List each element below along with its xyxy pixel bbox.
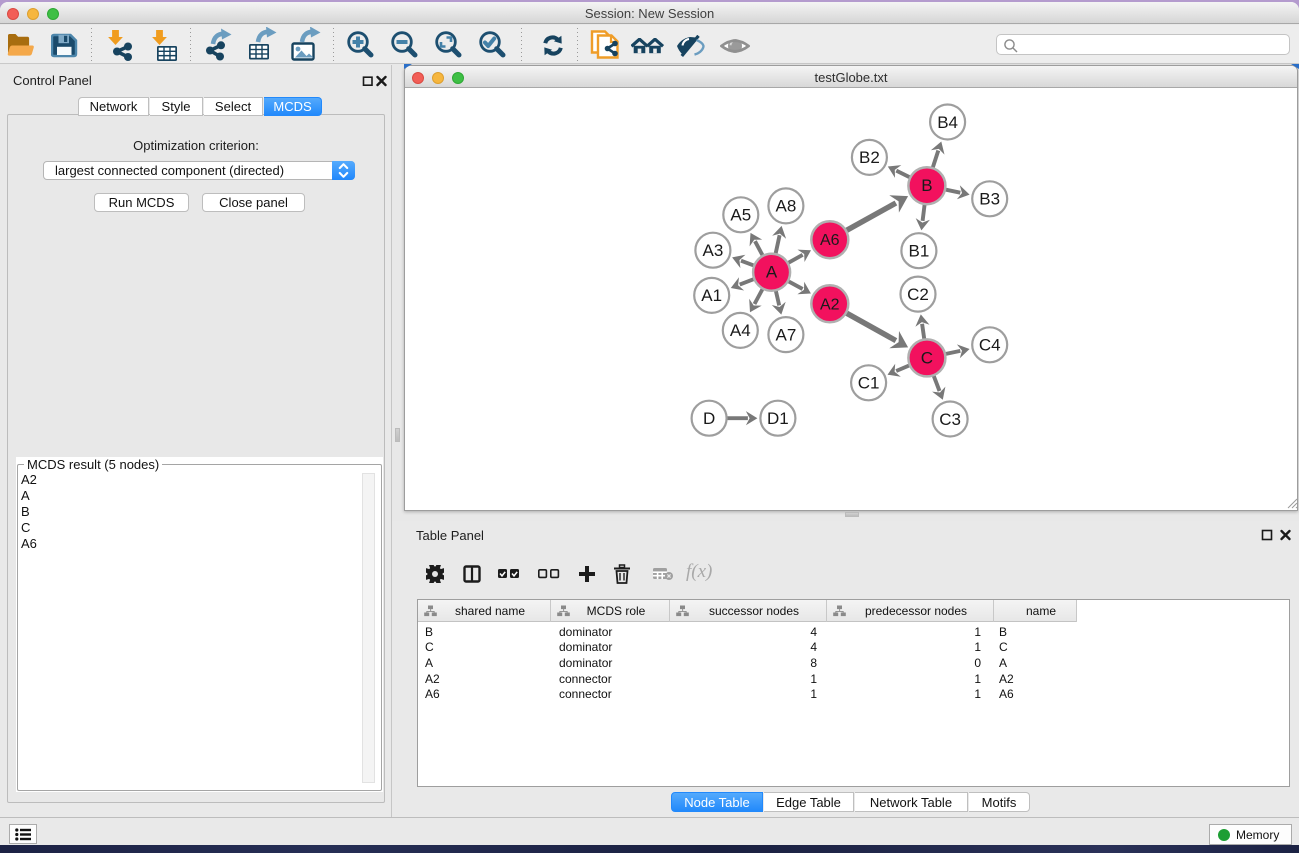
svg-text:B3: B3 (979, 190, 1000, 209)
svg-text:C2: C2 (907, 285, 929, 304)
svg-text:A5: A5 (730, 206, 751, 225)
svg-text:B: B (921, 176, 932, 195)
svg-text:C1: C1 (858, 374, 880, 393)
svg-text:C4: C4 (979, 336, 1001, 355)
svg-text:B4: B4 (937, 113, 958, 132)
svg-text:D1: D1 (767, 409, 789, 428)
svg-text:D: D (703, 409, 715, 428)
svg-text:A8: A8 (776, 197, 797, 216)
svg-text:A7: A7 (776, 325, 797, 344)
svg-text:A2: A2 (820, 296, 840, 313)
svg-text:C: C (921, 348, 933, 367)
svg-text:C3: C3 (939, 410, 961, 429)
svg-text:B1: B1 (909, 242, 930, 261)
svg-text:A: A (766, 263, 778, 282)
svg-text:B2: B2 (859, 148, 880, 167)
svg-text:A3: A3 (703, 241, 724, 260)
svg-text:A1: A1 (701, 286, 722, 305)
svg-text:A4: A4 (730, 321, 751, 340)
svg-text:A6: A6 (820, 232, 840, 249)
